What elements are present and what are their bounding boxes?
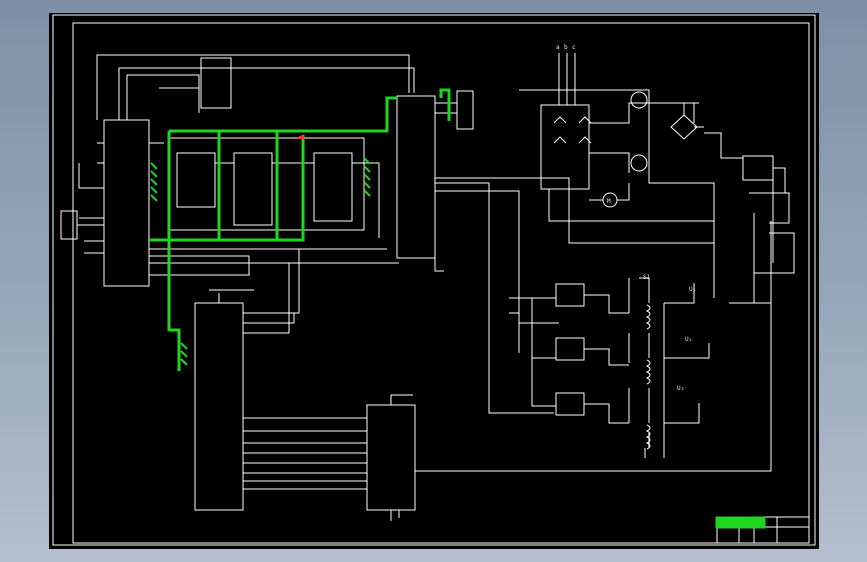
schematic-drawing: S1 U₁ U₂ U₃ M a b c <box>52 14 816 546</box>
label-motor: M <box>607 198 611 205</box>
label-s1: S1 <box>643 274 651 281</box>
component-symbols <box>553 91 651 450</box>
label-phase-b: b <box>564 44 568 51</box>
cad-viewport[interactable]: S1 U₁ U₂ U₃ M a b c <box>49 13 819 549</box>
label-u3: U₃ <box>677 385 684 392</box>
label-phase-a: a <box>556 44 560 51</box>
label-u1: U₁ <box>689 286 696 293</box>
wiring <box>60 53 810 544</box>
highlighted-bus <box>149 88 766 529</box>
selection-marker[interactable] <box>299 136 304 139</box>
label-u2: U₂ <box>685 336 692 343</box>
drawing-frame-inner <box>72 22 810 544</box>
drawing-frame-outer <box>52 14 816 546</box>
label-phase-c: c <box>572 44 576 51</box>
pin-stubs <box>150 157 371 366</box>
